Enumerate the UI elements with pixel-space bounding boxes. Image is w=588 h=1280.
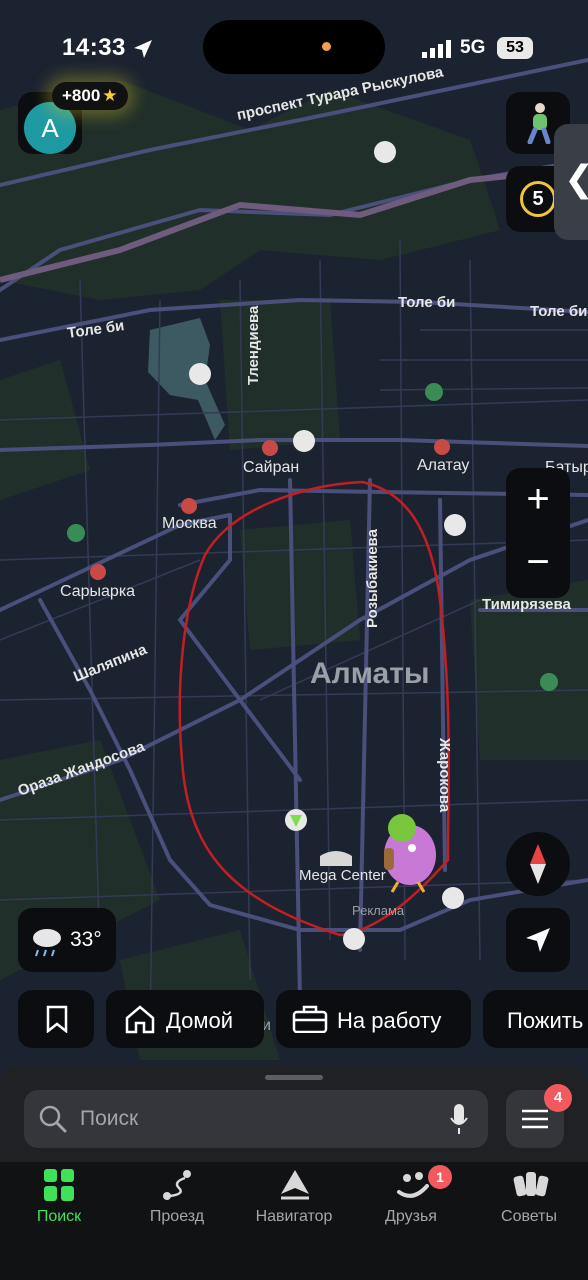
tips-icon bbox=[513, 1172, 549, 1197]
weather-temperature: 33° bbox=[70, 928, 102, 951]
hamburger-icon bbox=[522, 1109, 548, 1129]
tab-search-label: Поиск bbox=[36, 1208, 82, 1225]
bookmarks-button[interactable] bbox=[18, 990, 94, 1048]
points-badge[interactable]: +800 ★ bbox=[52, 82, 128, 110]
signal-icon bbox=[422, 40, 451, 58]
cloud-rain-icon bbox=[33, 929, 61, 957]
home-label: Домой bbox=[166, 1008, 234, 1033]
navigation-arrow-icon bbox=[526, 928, 550, 952]
label-tole-bi-right: Толе би bbox=[530, 303, 587, 320]
briefcase-icon bbox=[292, 1005, 328, 1033]
my-location-button[interactable] bbox=[506, 908, 570, 972]
label-city: Алматы bbox=[310, 657, 430, 690]
live-label: Пожить bbox=[507, 1008, 584, 1033]
points-value: +800 bbox=[62, 86, 101, 105]
tab-friends-label: Друзья bbox=[385, 1208, 437, 1225]
friends-icon bbox=[397, 1172, 429, 1198]
label-reklama: Реклама bbox=[352, 903, 405, 918]
label-timiryazeva: Тимирязева bbox=[482, 596, 571, 613]
tab-search[interactable]: Поиск bbox=[9, 1162, 109, 1242]
navigator-icon bbox=[281, 1170, 309, 1200]
search-placeholder: Поиск bbox=[80, 1107, 139, 1130]
friends-badge: 1 bbox=[428, 1165, 452, 1189]
label-saryarka: Сарыарка bbox=[60, 583, 135, 600]
label-sairan: Сайран bbox=[243, 459, 299, 476]
dynamic-island bbox=[203, 20, 385, 74]
sheet-handle[interactable] bbox=[265, 1075, 323, 1080]
label-rozybakieva: Розыбакиева bbox=[364, 528, 381, 628]
search-tab-icon bbox=[44, 1169, 74, 1201]
tab-navigator-label: Навигатор bbox=[255, 1208, 333, 1225]
location-arrow-icon bbox=[134, 40, 152, 58]
side-panel-tab[interactable]: ❮ bbox=[554, 124, 588, 240]
label-tole-bi-mid: Толе би bbox=[398, 294, 455, 311]
star-icon: ★ bbox=[102, 86, 118, 105]
routes-count: 5 bbox=[520, 181, 556, 217]
label-moskva: Москва bbox=[162, 515, 217, 532]
house-icon bbox=[125, 1005, 155, 1034]
microphone-icon[interactable] bbox=[448, 1102, 470, 1136]
tab-navigator[interactable]: Навигатор bbox=[244, 1162, 344, 1242]
privacy-indicator bbox=[322, 42, 331, 51]
walking-person-icon bbox=[527, 103, 551, 144]
route-icon bbox=[163, 1170, 191, 1200]
compass-button[interactable] bbox=[506, 832, 570, 896]
chevron-left-icon: ❮ bbox=[564, 158, 588, 200]
zoom-out-button[interactable]: − bbox=[506, 532, 570, 596]
label-alatau: Алатау bbox=[417, 457, 469, 474]
tab-route-label: Проезд bbox=[149, 1208, 205, 1225]
menu-badge: 4 bbox=[544, 1084, 572, 1112]
label-mega-center: Mega Center bbox=[299, 867, 386, 884]
network-type: 5G bbox=[460, 37, 486, 58]
work-label: На работу bbox=[337, 1008, 442, 1033]
label-zharokova: Жарокова bbox=[436, 737, 453, 813]
tab-tips[interactable]: Советы bbox=[479, 1162, 579, 1242]
label-tlendieva: Тлендиева bbox=[245, 305, 262, 385]
tab-route[interactable]: Проезд bbox=[127, 1162, 227, 1242]
tab-tips-label: Советы bbox=[501, 1208, 557, 1225]
status-time: 14:33 bbox=[62, 34, 126, 61]
bookmark-icon bbox=[46, 1005, 68, 1033]
zoom-in-button[interactable]: + bbox=[506, 468, 570, 532]
compass-icon bbox=[530, 844, 546, 884]
battery-level: 53 bbox=[497, 37, 533, 59]
search-icon bbox=[39, 1105, 67, 1133]
